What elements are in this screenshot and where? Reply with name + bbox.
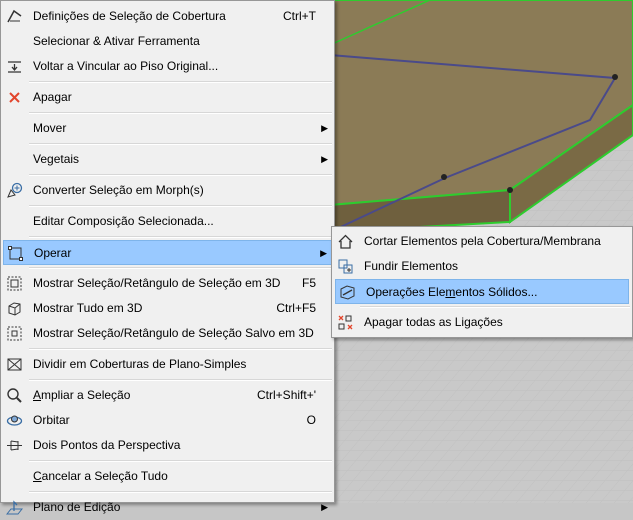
submenu-arrow-icon: ▶ bbox=[321, 123, 328, 133]
submenu-arrow-icon: ▶ bbox=[321, 154, 328, 164]
menu-item-convert-to-morph[interactable]: Converter Seleção em Morph(s) bbox=[3, 178, 332, 203]
submenu-separator bbox=[360, 306, 630, 308]
menu-item-select-activate-tool[interactable]: Selecionar & Ativar Ferramenta bbox=[3, 29, 332, 54]
show-selection-3d-icon bbox=[7, 276, 22, 291]
menu-item-two-point-perspective[interactable]: Dois Pontos da Perspectiva bbox=[3, 433, 332, 458]
menu-item-editing-plane[interactable]: Plano de Edição ▶ bbox=[3, 495, 332, 520]
submenu-item-merge-elements[interactable]: Fundir Elementos bbox=[334, 254, 630, 279]
relink-story-icon bbox=[8, 61, 21, 73]
cube-icon bbox=[8, 302, 21, 316]
menu-separator bbox=[29, 81, 332, 83]
roof-settings-icon bbox=[7, 9, 22, 23]
menu-item-split-single-plane-roofs[interactable]: Dividir em Coberturas de Plano-Simples bbox=[3, 352, 332, 377]
orbit-icon bbox=[6, 415, 23, 426]
morph-convert-icon bbox=[7, 182, 23, 198]
menu-item-roof-selection-settings[interactable]: Definições de Seleção de Cobertura Ctrl+… bbox=[3, 4, 332, 29]
perspective-icon bbox=[7, 440, 22, 451]
merge-icon bbox=[338, 259, 353, 274]
menu-separator bbox=[29, 379, 332, 381]
menu-item-edit-composite[interactable]: Editar Composição Selecionada... bbox=[3, 209, 332, 234]
menu-item-operate[interactable]: Operar ▶ bbox=[3, 240, 332, 265]
menu-item-delete[interactable]: Apagar bbox=[3, 85, 332, 110]
submenu-arrow-icon: ▶ bbox=[321, 502, 328, 512]
submenu-item-delete-all-connections[interactable]: Apagar todas as Ligações bbox=[334, 310, 630, 335]
house-outline-icon bbox=[338, 234, 353, 249]
menu-item-show-all-3d[interactable]: Mostrar Tudo em 3D Ctrl+F5 bbox=[3, 296, 332, 321]
menu-separator bbox=[29, 491, 332, 493]
saved-selection-3d-icon bbox=[7, 326, 22, 341]
editing-plane-icon bbox=[6, 500, 23, 515]
context-menu: Definições de Seleção de Cobertura Ctrl+… bbox=[0, 0, 335, 515]
menu-separator bbox=[29, 143, 332, 145]
zoom-icon bbox=[7, 388, 22, 403]
menu-separator bbox=[29, 112, 332, 114]
menu-separator bbox=[29, 460, 332, 462]
operate-submenu: Cortar Elementos pela Cobertura/Membrana… bbox=[331, 226, 633, 338]
menu-separator bbox=[29, 348, 332, 350]
menu-separator bbox=[29, 236, 332, 238]
submenu-item-trim-to-roof[interactable]: Cortar Elementos pela Cobertura/Membrana bbox=[334, 229, 630, 254]
split-roof-icon bbox=[7, 358, 22, 371]
menu-item-relink-home-story[interactable]: Voltar a Vincular ao Piso Original... bbox=[3, 54, 332, 79]
menu-item-move[interactable]: Mover ▶ bbox=[3, 116, 332, 141]
delete-connections-icon bbox=[338, 315, 353, 330]
operate-icon bbox=[8, 246, 23, 261]
delete-icon bbox=[9, 92, 20, 103]
menu-item-show-saved-selection-3d[interactable]: Mostrar Seleção/Retângulo de Seleção Sal… bbox=[3, 321, 332, 346]
menu-item-zoom-to-selection[interactable]: Ampliar a Seleção Ctrl+Shift+' bbox=[3, 383, 332, 408]
submenu-arrow-icon: ▶ bbox=[320, 248, 327, 258]
menu-item-show-selection-3d[interactable]: Mostrar Seleção/Retângulo de Seleção em … bbox=[3, 271, 332, 296]
menu-separator bbox=[29, 205, 332, 207]
submenu-item-solid-element-operations[interactable]: Operações Elementos Sólidos... bbox=[335, 279, 629, 304]
menu-separator bbox=[29, 174, 332, 176]
menu-item-deselect-all[interactable]: Cancelar a Seleção Tudo bbox=[3, 464, 332, 489]
menu-item-vegetation[interactable]: Vegetais ▶ bbox=[3, 147, 332, 172]
solid-operations-icon bbox=[340, 285, 355, 300]
menu-item-orbit[interactable]: Orbitar O bbox=[3, 408, 332, 433]
menu-separator bbox=[29, 267, 332, 269]
